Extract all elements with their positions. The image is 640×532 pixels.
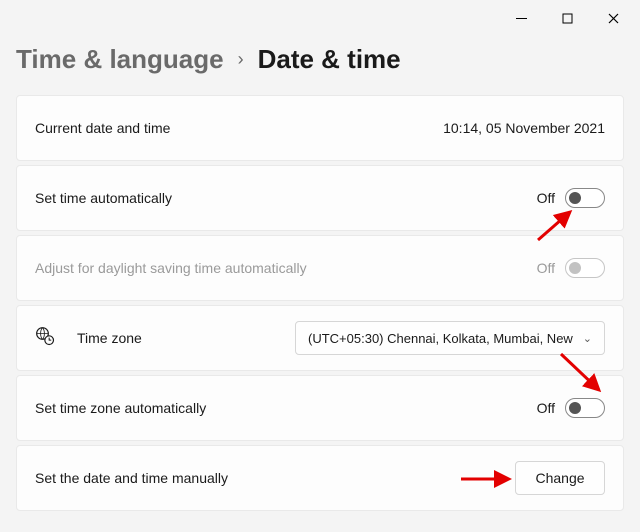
breadcrumb: Time & language › Date & time [0,36,640,95]
toggle-state-text: Off [537,400,555,416]
row-set-date-time-manually: Set the date and time manually Change [16,445,624,511]
settings-list: Current date and time 10:14, 05 November… [0,95,640,511]
globe-clock-icon [35,326,55,351]
toggle-state-text: Off [537,190,555,206]
current-datetime-value: 10:14, 05 November 2021 [443,120,605,136]
row-set-time-zone-automatically: Set time zone automatically Off [16,375,624,441]
set-time-zone-automatically-toggle[interactable] [565,398,605,418]
row-current-datetime: Current date and time 10:14, 05 November… [16,95,624,161]
breadcrumb-parent[interactable]: Time & language [16,44,224,75]
title-bar-controls [0,0,640,36]
page-title: Date & time [258,44,401,75]
set-time-automatically-toggle[interactable] [565,188,605,208]
row-time-zone: Time zone (UTC+05:30) Chennai, Kolkata, … [16,305,624,371]
button-label: Change [535,470,584,486]
close-button[interactable] [590,3,636,33]
maximize-button[interactable] [544,3,590,33]
daylight-saving-toggle [565,258,605,278]
row-label: Set time automatically [35,190,172,206]
row-set-time-automatically: Set time automatically Off [16,165,624,231]
row-label: Adjust for daylight saving time automati… [35,260,307,276]
change-button[interactable]: Change [515,461,605,495]
row-label: Set the date and time manually [35,470,228,486]
toggle-state-text: Off [537,260,555,276]
annotation-arrow-icon [459,468,519,490]
chevron-right-icon: › [238,49,244,70]
row-label: Time zone [77,330,142,346]
chevron-down-icon: ⌄ [583,332,592,345]
dropdown-selected-value: (UTC+05:30) Chennai, Kolkata, Mumbai, Ne… [308,331,575,346]
minimize-button[interactable] [498,3,544,33]
row-label: Set time zone automatically [35,400,206,416]
time-zone-dropdown[interactable]: (UTC+05:30) Chennai, Kolkata, Mumbai, Ne… [295,321,605,355]
row-daylight-saving: Adjust for daylight saving time automati… [16,235,624,301]
row-label: Current date and time [35,120,170,136]
